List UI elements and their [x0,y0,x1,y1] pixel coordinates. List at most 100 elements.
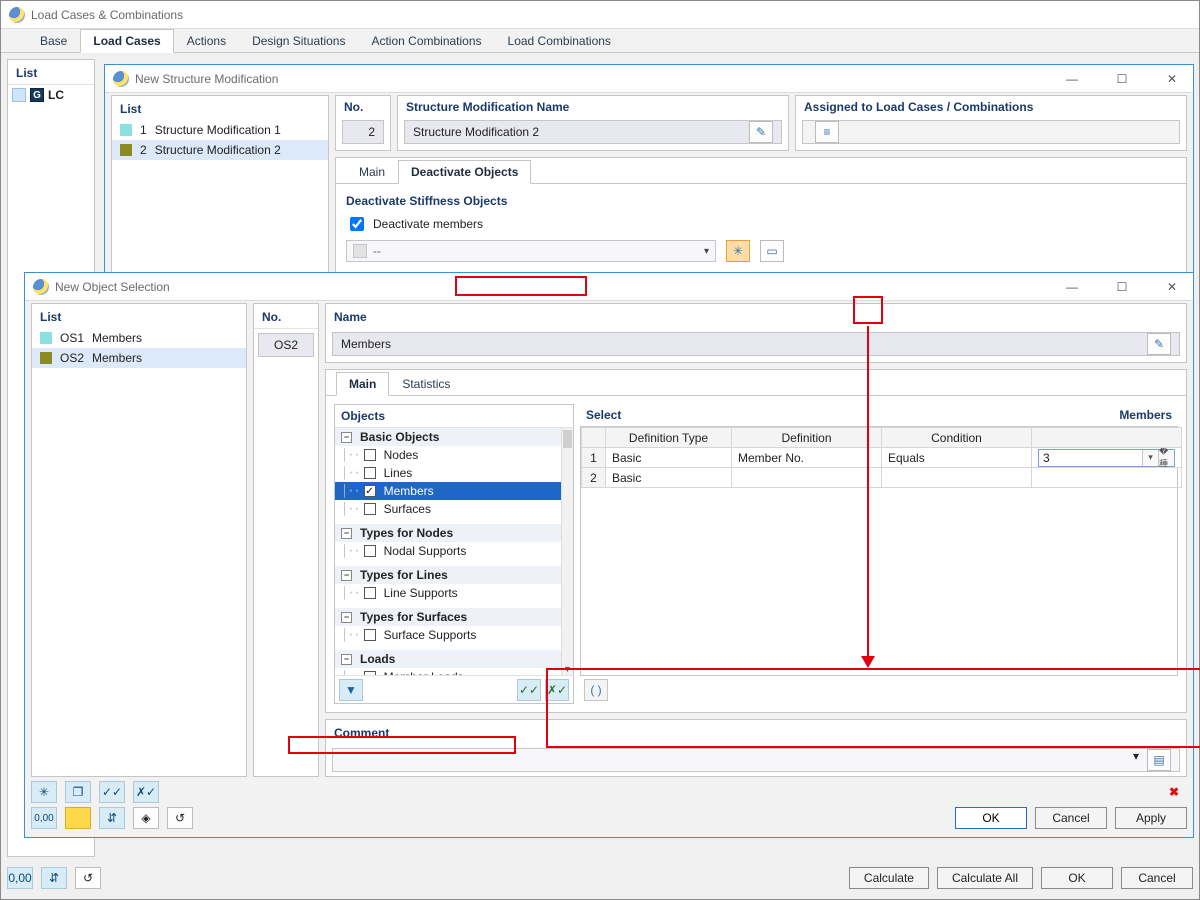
pick-selection-button[interactable]: ▭ [760,240,784,262]
inner-list-panel: List OS1 Members OS2 Members [31,303,247,777]
tool-tree-icon[interactable]: ⇵ [41,867,67,889]
tab-base[interactable]: Base [27,29,80,52]
tree-scrollbar[interactable]: ▲ ▼ [561,428,573,675]
comment-lib-icon[interactable]: ▤ [1147,749,1171,771]
outer-list-label: LC [48,88,64,102]
close-icon[interactable]: ✕ [1159,72,1185,86]
delete-icon[interactable]: ✖ [1161,781,1187,803]
mid-assigned-field: Assigned to Load Cases / Combinations ≡ [795,95,1187,151]
collapse-icon[interactable]: − [341,654,352,665]
uncheck-all-button[interactable]: ✗✓ [545,679,569,701]
new-selection-button[interactable]: ✳ [726,240,750,262]
pick-icon[interactable]: �種 [1158,450,1174,466]
tab-load-cases[interactable]: Load Cases [80,29,173,53]
tool-units1-icon[interactable]: 0,00 [7,867,33,889]
tab-design-situations[interactable]: Design Situations [239,29,358,52]
uncheck-all-icon[interactable]: ✗✓ [133,781,159,803]
mid-tab-main[interactable]: Main [346,160,398,183]
assigned-edit-icon[interactable]: ≡ [815,121,839,143]
tree-item[interactable]: │··Surfaces [335,500,573,518]
highlight-icon[interactable] [65,807,91,829]
tree-group[interactable]: −Types for Lines [335,566,573,584]
main-cancel-button[interactable]: Cancel [1121,867,1193,889]
checkbox-icon[interactable] [364,467,376,479]
inner-tab-main[interactable]: Main [336,372,389,396]
tab-load-combinations[interactable]: Load Combinations [495,29,624,52]
inner-tab-statistics[interactable]: Statistics [389,372,463,395]
mid-name-value[interactable]: Structure Modification 2 [413,125,539,139]
tree-item[interactable]: │··Member Loads [335,668,573,675]
tool-units2-icon[interactable]: 0,00 [31,807,57,829]
mid-tab-deactivate[interactable]: Deactivate Objects [398,160,531,184]
chip-g-icon: G [30,88,44,102]
inner-ok-button[interactable]: OK [955,807,1027,829]
app-icon [9,7,25,23]
inner-list-item-os2[interactable]: OS2 Members [32,348,246,368]
checkbox-icon[interactable]: ✓ [364,485,376,497]
tree-item[interactable]: │··Nodal Supports [335,542,573,560]
collapse-icon[interactable]: − [341,612,352,623]
collapse-icon[interactable]: − [341,432,352,443]
table-row[interactable]: 2 Basic [582,468,1182,488]
mid-no-value[interactable]: 2 [342,120,384,144]
checkbox-icon[interactable] [364,671,376,675]
main-ok-button[interactable]: OK [1041,867,1113,889]
maximize-icon[interactable]: ☐ [1109,72,1135,86]
select-table[interactable]: Definition Type Definition Condition [581,427,1182,488]
tool-tree2-icon[interactable]: ⇵ [99,807,125,829]
edit-icon[interactable]: ✎ [749,121,773,143]
maximize-icon[interactable]: ☐ [1109,280,1135,294]
inner-cancel-button[interactable]: Cancel [1035,807,1107,829]
parentheses-button[interactable]: ( ) [584,679,608,701]
filter-button[interactable]: ▼ [339,679,363,701]
checkbox-icon[interactable] [364,587,376,599]
value-input[interactable]: 3 ▾ �種 [1038,449,1175,467]
checkbox-icon[interactable] [364,545,376,557]
tree-item[interactable]: │··✓Members [335,482,573,500]
chevron-down-icon[interactable]: ▾ [1133,749,1139,771]
deactivate-dropdown[interactable]: -- ▾ [346,240,716,262]
tree-group[interactable]: −Types for Surfaces [335,608,573,626]
close-icon[interactable]: ✕ [1159,280,1185,294]
tree-item[interactable]: │··Surface Supports [335,626,573,644]
chevron-down-icon[interactable]: ▾ [1142,450,1158,466]
calculate-all-button[interactable]: Calculate All [937,867,1033,889]
duplicate-icon[interactable]: ❐ [65,781,91,803]
checkbox-icon[interactable] [364,449,376,461]
tree-item[interactable]: │··Lines [335,464,573,482]
new-item-icon[interactable]: ✳ [31,781,57,803]
tree-item[interactable]: │··Line Supports [335,584,573,602]
collapse-icon[interactable]: − [341,528,352,539]
check-all-button[interactable]: ✓✓ [517,679,541,701]
minimize-icon[interactable]: — [1059,72,1085,86]
outer-list-row[interactable]: G LC [8,85,94,105]
check-all-icon[interactable]: ✓✓ [99,781,125,803]
checkbox-icon[interactable] [364,503,376,515]
app-icon [33,279,49,295]
tab-action-combinations[interactable]: Action Combinations [358,29,494,52]
tool-reset-icon[interactable]: ↺ [75,867,101,889]
mid-list-item-2[interactable]: 2 Structure Modification 2 [112,140,328,160]
tool-reset2-icon[interactable]: ↺ [167,807,193,829]
inner-apply-button[interactable]: Apply [1115,807,1187,829]
edit-icon[interactable]: ✎ [1147,333,1171,355]
tree-group[interactable]: −Basic Objects [335,428,573,446]
checkbox-icon[interactable] [364,629,376,641]
table-row[interactable]: 1 Basic Member No. Equals 3 ▾ [582,448,1182,468]
inner-titlebar: New Object Selection — ☐ ✕ [25,273,1193,301]
tree-group[interactable]: −Loads [335,650,573,668]
tree-item[interactable]: │··Nodes [335,446,573,464]
tool-eye-icon[interactable]: ◈ [133,807,159,829]
calculate-button[interactable]: Calculate [849,867,929,889]
minimize-icon[interactable]: — [1059,280,1085,294]
deactivate-members-checkbox[interactable] [350,217,364,231]
objects-tree[interactable]: −Basic Objects│··Nodes│··Lines│··✓Member… [335,428,573,675]
mid-list-item-1[interactable]: 1 Structure Modification 1 [112,120,328,140]
collapse-icon[interactable]: − [341,570,352,581]
inner-name-value[interactable]: Members [341,337,391,351]
tree-group[interactable]: −Types for Nodes [335,524,573,542]
select-right-label: Members [1119,408,1172,422]
inner-no-value[interactable]: OS2 [258,333,314,357]
tab-actions[interactable]: Actions [174,29,239,52]
inner-list-item-os1[interactable]: OS1 Members [32,328,246,348]
